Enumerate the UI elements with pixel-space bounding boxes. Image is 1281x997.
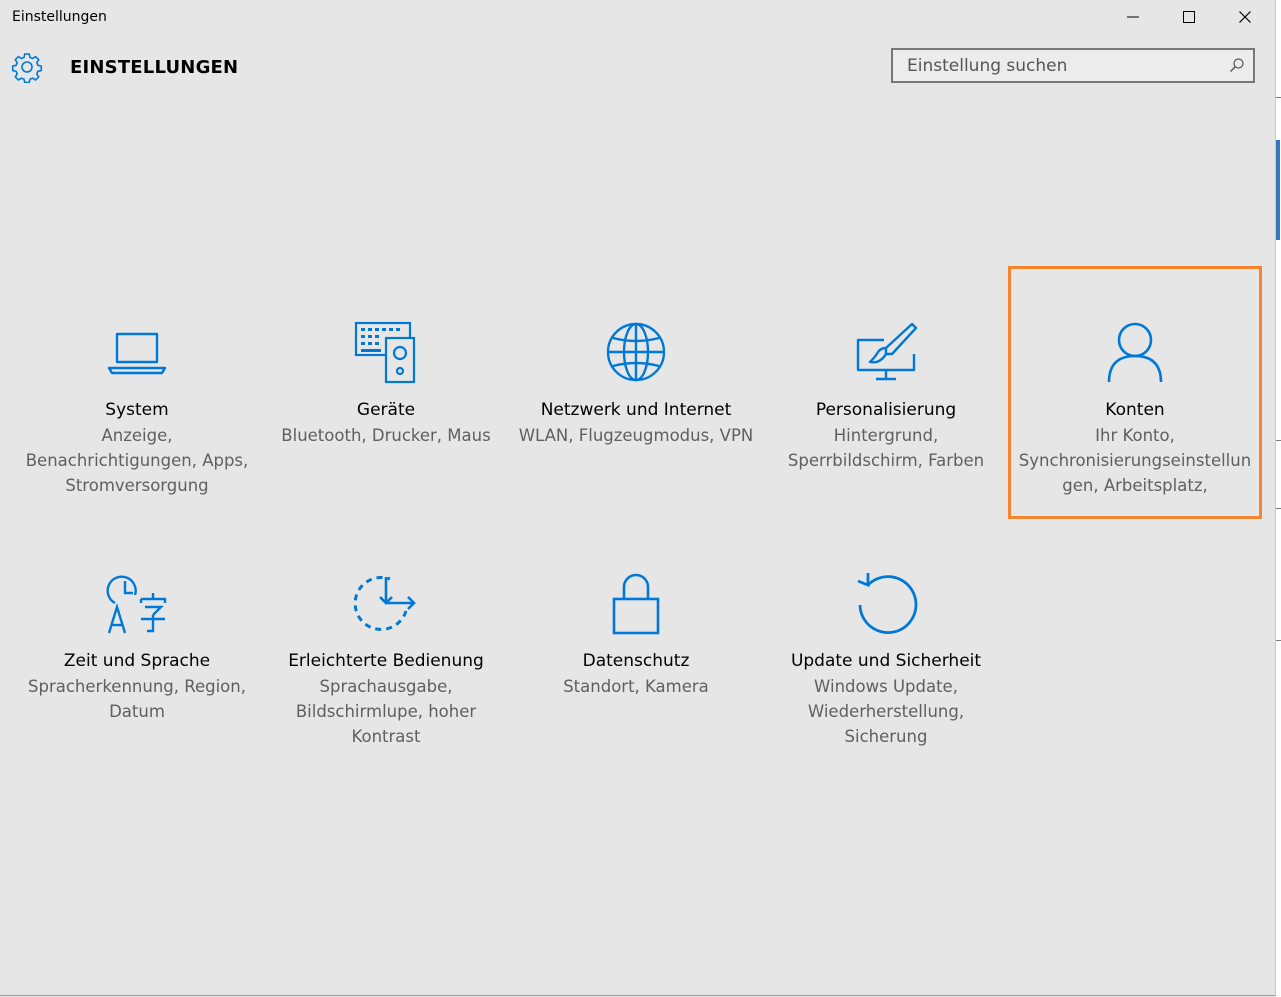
page-title: EINSTELLUNGEN [70,57,239,78]
window-title: Einstellungen [12,9,107,25]
tile-personalization[interactable]: Personalisierung Hintergrund, Sperrbilds… [762,320,1010,473]
tile-description: Sprachausgabe, Bildschirmlupe, hoher Kon… [295,677,477,746]
tile-title: Update und Sicherheit [790,651,982,671]
paintbrush-monitor-icon [856,322,918,381]
refresh-icon [857,573,918,634]
search-box[interactable] [891,48,1255,83]
highlight-frame [1008,266,1262,519]
tile-title: Zeit und Sprache [63,651,211,671]
tile-description: Hintergrund, Sperrbildschirm, Farben [787,426,985,470]
maximize-icon [1183,11,1195,23]
tile-privacy[interactable]: Datenschutz Standort, Kamera [512,571,760,699]
tile-description: Spracherkennung, Region, Datum [28,677,246,721]
search-icon[interactable] [1229,57,1245,73]
tile-description: Windows Update, Wiederherstellung, Siche… [807,677,965,746]
clock-language-icon [106,575,167,634]
gear-icon [11,53,43,83]
maximize-button[interactable] [1161,0,1217,34]
tile-title: Personalisierung [815,400,957,420]
globe-icon [606,322,666,382]
ease-of-access-icon [354,575,416,631]
search-input[interactable] [893,50,1223,81]
tile-description: Anzeige, Benachrichtigungen, Apps, Strom… [25,426,249,495]
tile-description: WLAN, Flugzeugmodus, VPN [518,426,754,445]
tile-network[interactable]: Netzwerk und Internet WLAN, Flugzeugmodu… [512,320,760,448]
lock-icon [612,573,660,635]
tile-devices[interactable]: Geräte Bluetooth, Drucker, Maus [262,320,510,448]
minimize-icon [1127,16,1139,18]
minimize-button[interactable] [1105,0,1161,34]
background-window-edge [1276,0,1281,997]
tile-system[interactable]: System Anzeige, Benachrichtigungen, Apps… [13,320,261,498]
tile-title: Geräte [356,400,416,420]
settings-window: Einstellungen EINSTELLUNGEN Einstellung … [0,0,1276,996]
laptop-icon [107,332,167,375]
tile-title: Erleichterte Bedienung [288,651,484,671]
tile-title: Netzwerk und Internet [540,400,732,420]
tile-title: Datenschutz [582,651,690,671]
close-icon [1239,11,1251,23]
close-button[interactable] [1217,0,1273,34]
tile-update-security[interactable]: Update und Sicherheit Windows Update, Wi… [762,571,1010,749]
tile-time-language[interactable]: Zeit und Sprache Spracherkennung, Region… [13,571,261,724]
tile-description: Bluetooth, Drucker, Maus [281,426,491,445]
tile-description: Standort, Kamera [563,677,709,696]
tile-ease-of-access[interactable]: Erleichterte Bedienung Sprachausgabe, Bi… [262,571,510,749]
tile-title: System [105,400,169,420]
keyboard-speaker-icon [354,321,416,384]
